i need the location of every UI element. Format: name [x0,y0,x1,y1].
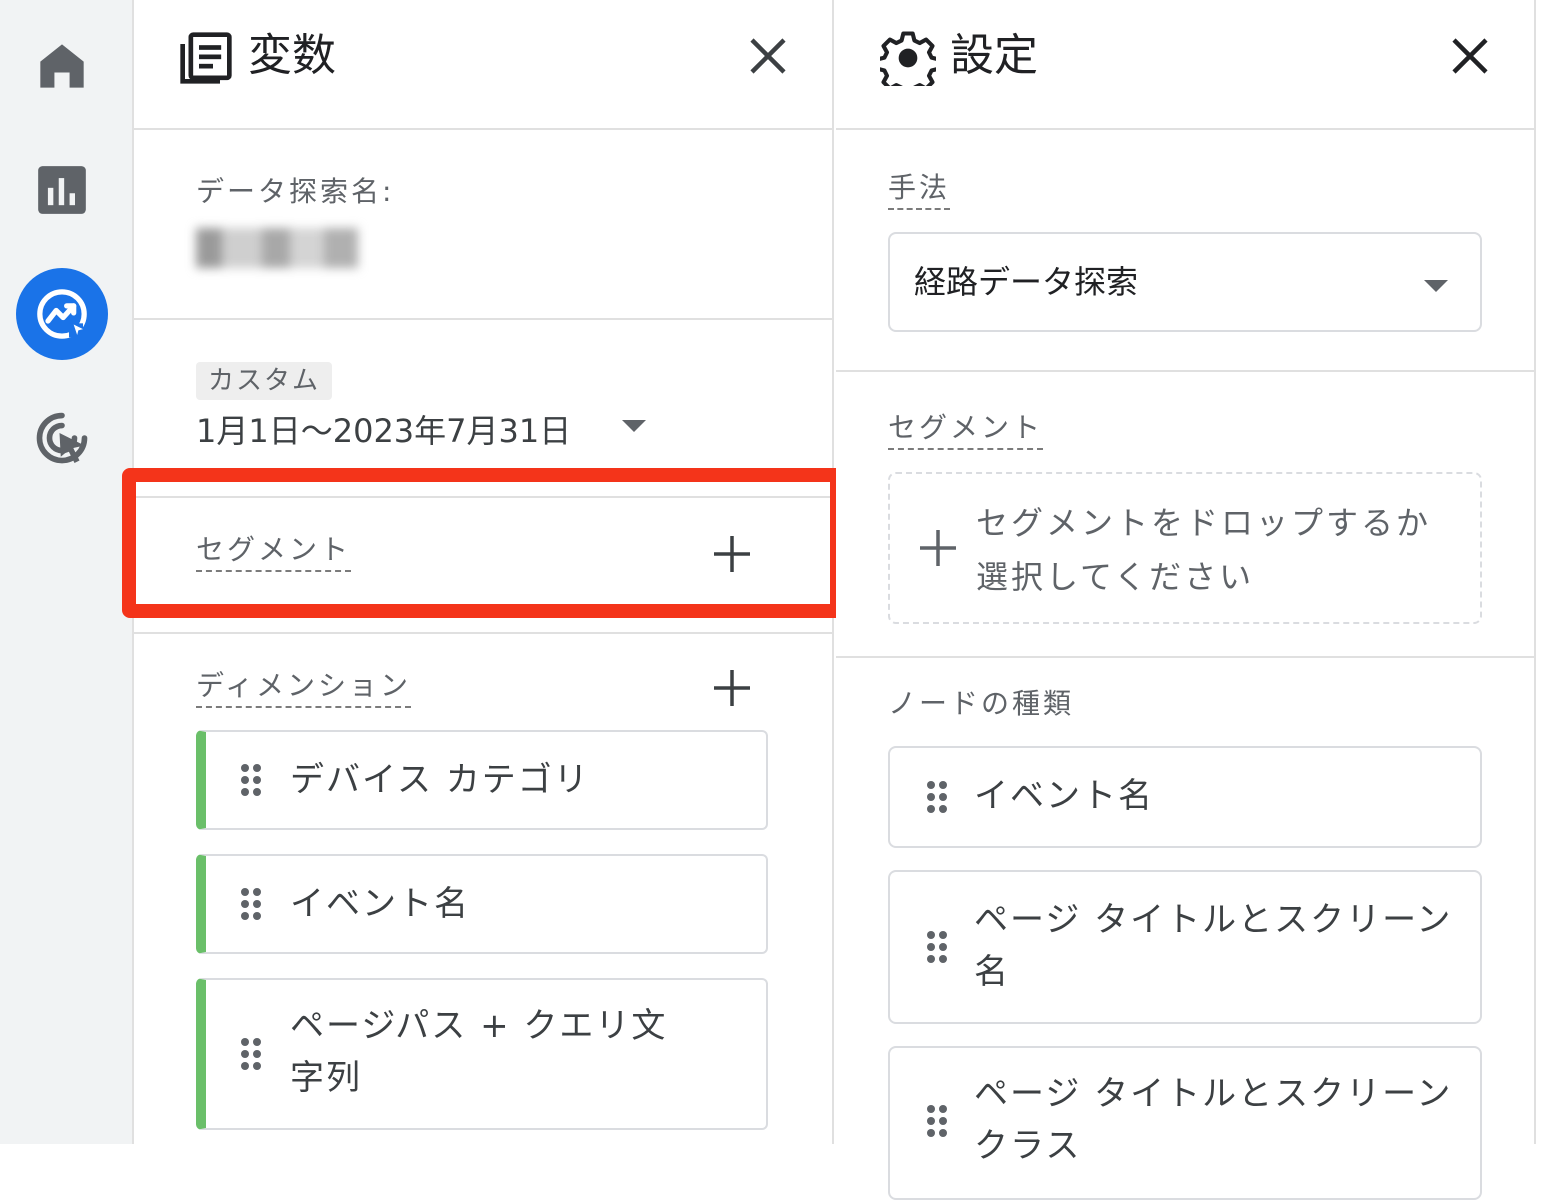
gear-icon [880,31,936,86]
exploration-name-label: データ探索名: [196,175,395,208]
settings-title: 設定 [950,30,1038,81]
node-type-event-name[interactable]: イベント名 [888,746,1482,848]
nav-reports[interactable] [14,142,110,238]
dimension-label-line1: ページパス + クエリ文 [290,1006,668,1046]
nav-home[interactable] [14,18,110,114]
nav-explore[interactable] [16,268,108,360]
variables-header: 変数 [134,0,832,130]
drag-handle-icon[interactable] [240,887,262,921]
settings-panel: 設定 手法 経路データ探索 セグメント セグメントをドロップするか 選択してくだ… [836,0,1536,1200]
dimension-label: イベント名 [290,884,470,924]
add-dimension-icon[interactable] [712,668,752,708]
node-type-text-line1: ページ タイトルとスクリーン [974,1074,1453,1114]
exploration-name-section: データ探索名: [134,130,832,320]
dimension-label-line2: 字列 [290,1058,362,1098]
node-type-text-line2: 名 [974,952,1010,992]
node-type-page-title-screen-name[interactable]: ページ タイトルとスクリーン 名 [888,870,1482,1024]
segments-highlight [122,468,844,618]
segment-drop-zone[interactable]: セグメントをドロップするか 選択してください [888,472,1482,624]
drag-handle-icon[interactable] [240,763,262,797]
segment-drop-line2: 選択してください [976,558,1255,596]
add-segment-icon[interactable] [918,528,958,568]
advertising-icon [36,412,88,464]
technique-label: 手法 [888,170,951,210]
nav-advertising[interactable] [14,390,110,486]
segment-drop-text: セグメントをドロップするか 選択してください [976,496,1466,604]
dimension-chip-device-category[interactable]: デバイス カテゴリ [196,730,768,830]
dimensions-label: ディメンション [196,668,412,708]
variables-icon [180,32,232,84]
close-settings-icon[interactable] [1446,32,1494,80]
technique-dropdown-icon[interactable] [1424,280,1448,292]
dimension-chip-page-path-query[interactable]: ページパス + クエリ文 字列 [196,978,768,1130]
drag-handle-icon[interactable] [926,930,948,964]
explore-icon [37,289,87,339]
settings-segments-label: セグメント [888,410,1044,450]
node-type-label: ノードの種類 [888,687,1075,720]
technique-value: 経路データ探索 [914,263,1139,301]
exploration-name-value[interactable] [196,228,376,268]
technique-select[interactable]: 経路データ探索 [888,232,1482,332]
settings-header: 設定 [836,0,1534,130]
drag-handle-icon[interactable] [240,1037,262,1071]
date-range-chip: カスタム [196,362,333,400]
node-type-text-line2: クラス [974,1126,1082,1166]
node-type-text-line1: ページ タイトルとスクリーン [974,900,1453,940]
close-variables-icon[interactable] [744,32,792,80]
node-type-page-title-screen-class[interactable]: ページ タイトルとスクリーン クラス [888,1046,1482,1200]
segment-drop-line1: セグメントをドロップするか [976,504,1432,542]
home-icon [40,44,84,88]
drag-handle-icon[interactable] [926,1104,948,1138]
node-type-text: イベント名 [974,776,1154,816]
dimension-label: デバイス カテゴリ [290,760,590,800]
dimension-chip-event-name[interactable]: イベント名 [196,854,768,954]
drag-handle-icon[interactable] [926,780,948,814]
date-range-dropdown-icon[interactable] [622,420,646,432]
reports-icon [38,166,86,214]
nav-rail [0,0,134,1144]
variables-title: 変数 [248,30,336,81]
date-range-selector[interactable]: 1月1日～2023年7月31日 [196,410,571,452]
